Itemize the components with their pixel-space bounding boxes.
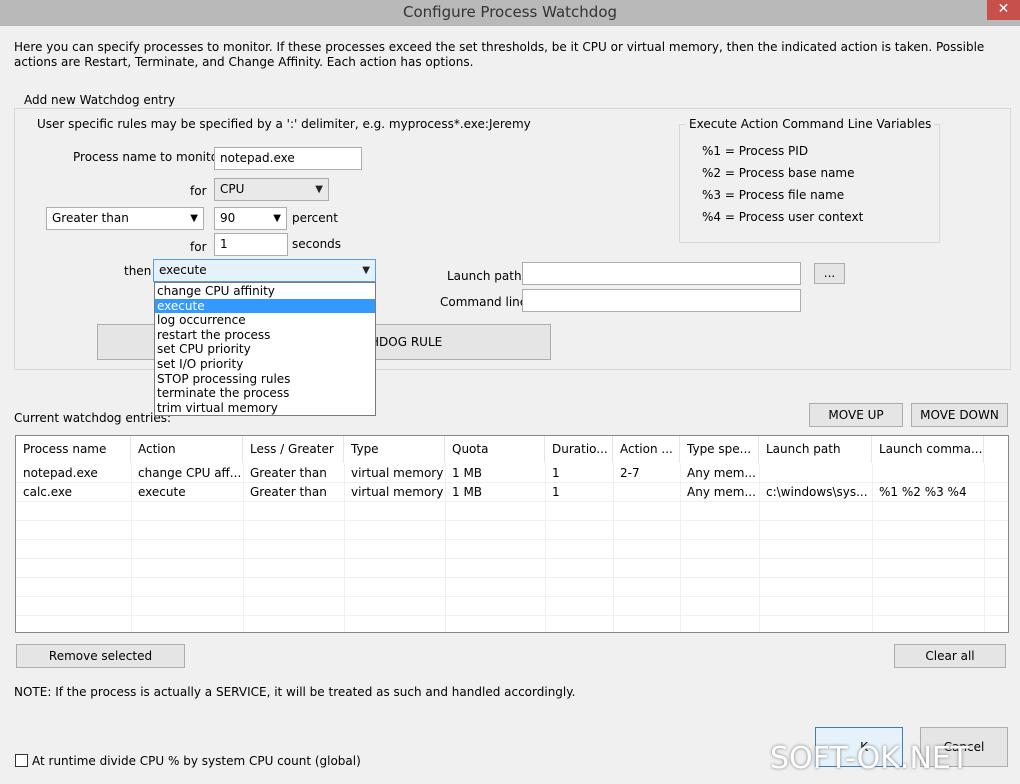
cell-action: execute bbox=[138, 485, 186, 499]
user-rule-hint: User specific rules may be specified by … bbox=[37, 117, 531, 131]
variable-base-name: %2 = Process base name bbox=[702, 166, 855, 180]
cell-launch-path: c:\windows\sys... bbox=[766, 485, 868, 499]
action-select-value: execute bbox=[159, 263, 207, 277]
then-label: then bbox=[124, 264, 152, 278]
browse-button[interactable]: ... bbox=[814, 263, 845, 284]
cell-launch-command bbox=[872, 464, 984, 483]
clear-all-button[interactable]: Clear all bbox=[894, 644, 1006, 668]
cell-duration: 1 bbox=[552, 485, 560, 499]
row-divider bbox=[16, 577, 1008, 578]
for-duration-label: for bbox=[190, 240, 207, 254]
cell-type-spec: Any mem... bbox=[687, 485, 756, 499]
column-header-process-name[interactable]: Process name bbox=[16, 436, 131, 463]
command-line-input[interactable] bbox=[522, 289, 801, 312]
threshold-select-value: 90 bbox=[220, 211, 236, 225]
column-header-type[interactable]: Type bbox=[344, 436, 445, 463]
percent-label: percent bbox=[292, 211, 338, 225]
cell-process-name: notepad.exe bbox=[23, 466, 98, 480]
cell-less-greater: Greater than bbox=[250, 485, 327, 499]
command-line-label: Command line: bbox=[440, 295, 532, 309]
column-divider bbox=[984, 463, 985, 632]
dropdown-option-execute[interactable]: execute bbox=[155, 298, 375, 314]
cell-type-spec: Any mem... bbox=[687, 466, 756, 480]
cell-process-name: calc.exe bbox=[23, 485, 72, 499]
resource-select-value: CPU bbox=[220, 182, 245, 196]
cell-launch-path bbox=[759, 464, 872, 483]
row-divider bbox=[16, 558, 1008, 559]
column-header-type-spec[interactable]: Type spe... bbox=[680, 436, 759, 463]
dropdown-option-restart-process[interactable]: restart the process bbox=[155, 328, 375, 343]
window-title: Configure Process Watchdog bbox=[402, 3, 618, 21]
chevron-down-icon: ▼ bbox=[190, 213, 198, 224]
column-header-action[interactable]: Action bbox=[131, 436, 243, 463]
row-divider bbox=[16, 615, 1008, 616]
cell-action-2 bbox=[613, 483, 680, 502]
process-name-label: Process name to monitor bbox=[73, 150, 223, 164]
process-name-input[interactable]: notepad.exe bbox=[214, 147, 362, 170]
variable-file-name: %3 = Process file name bbox=[702, 188, 845, 202]
divide-cpu-checkbox[interactable] bbox=[15, 754, 28, 767]
chevron-down-icon: ▼ bbox=[315, 184, 323, 195]
chevron-down-icon: ▼ bbox=[362, 265, 370, 276]
current-entries-label: Current watchdog entries: bbox=[14, 411, 171, 425]
dropdown-option-trim-virtual-memory[interactable]: trim virtual memory bbox=[155, 401, 375, 416]
variables-group-title: Execute Action Command Line Variables bbox=[686, 117, 935, 131]
service-note: NOTE: If the process is actually a SERVI… bbox=[14, 685, 576, 699]
remove-selected-button[interactable]: Remove selected bbox=[16, 644, 185, 668]
variables-group bbox=[679, 124, 940, 243]
seconds-label: seconds bbox=[292, 237, 342, 251]
cell-launch-command: %1 %2 %3 %4 bbox=[879, 485, 967, 499]
move-up-button[interactable]: MOVE UP bbox=[809, 403, 903, 427]
variable-pid: %1 = Process PID bbox=[702, 144, 809, 158]
row-divider bbox=[16, 596, 1008, 597]
cell-action: change CPU aff... bbox=[138, 466, 242, 480]
column-header-quota[interactable]: Quota bbox=[445, 436, 545, 463]
column-header-duration[interactable]: Duratio... bbox=[545, 436, 613, 463]
move-down-button[interactable]: MOVE DOWN bbox=[911, 403, 1008, 427]
launch-path-input[interactable] bbox=[522, 262, 801, 285]
dropdown-option-set-io-priority[interactable]: set I/O priority bbox=[155, 357, 375, 372]
cell-type: virtual memory bbox=[351, 466, 444, 480]
comparison-select[interactable]: Greater than ▼ bbox=[46, 207, 204, 230]
duration-input[interactable]: 1 bbox=[214, 233, 288, 256]
cell-type: virtual memory bbox=[351, 485, 444, 499]
dropdown-option-stop-processing[interactable]: STOP processing rules bbox=[155, 372, 375, 387]
watermark: SOFT-OK.NET bbox=[770, 741, 970, 776]
intro-text: Here you can specify processes to monito… bbox=[14, 40, 985, 69]
cell-less-greater: Greater than bbox=[250, 466, 327, 480]
dropdown-option-set-cpu-priority[interactable]: set CPU priority bbox=[155, 342, 375, 357]
variable-user-context: %4 = Process user context bbox=[702, 210, 864, 224]
column-header-launch-command[interactable]: Launch comma... bbox=[872, 436, 984, 463]
dropdown-option-log-occurrence[interactable]: log occurrence bbox=[155, 313, 375, 328]
row-divider bbox=[16, 539, 1008, 540]
launch-path-label: Launch path: bbox=[447, 269, 526, 283]
cell-duration: 1 bbox=[552, 466, 560, 480]
watchdog-entries-table[interactable]: Process name Action Less / Greater Type … bbox=[15, 435, 1009, 633]
column-header-less-greater[interactable]: Less / Greater bbox=[243, 436, 344, 463]
add-watchdog-rule-label: HDOG RULE bbox=[370, 335, 443, 349]
for-label: for bbox=[190, 184, 207, 198]
close-button[interactable]: ✕ bbox=[987, 0, 1020, 20]
comparison-select-value: Greater than bbox=[52, 211, 129, 225]
column-header-launch-path[interactable]: Launch path bbox=[759, 436, 872, 463]
dropdown-option-terminate-process[interactable]: terminate the process bbox=[155, 386, 375, 401]
action-dropdown-list[interactable]: change CPU affinity execute log occurren… bbox=[154, 282, 376, 416]
row-divider bbox=[16, 520, 1008, 521]
dropdown-option-change-cpu-affinity[interactable]: change CPU affinity bbox=[155, 284, 375, 299]
cell-action-2: 2-7 bbox=[620, 466, 640, 480]
column-header-action-2[interactable]: Action ... bbox=[613, 436, 680, 463]
divide-cpu-label: At runtime divide CPU % by system CPU co… bbox=[32, 754, 361, 768]
resource-select[interactable]: CPU ▼ bbox=[214, 178, 329, 201]
chevron-down-icon: ▼ bbox=[273, 213, 281, 224]
threshold-select[interactable]: 90 ▼ bbox=[214, 207, 287, 230]
cell-quota: 1 MB bbox=[452, 466, 483, 480]
action-select[interactable]: execute ▼ bbox=[153, 259, 376, 282]
new-entry-group-title: Add new Watchdog entry bbox=[21, 93, 179, 107]
cell-quota: 1 MB bbox=[452, 485, 483, 499]
